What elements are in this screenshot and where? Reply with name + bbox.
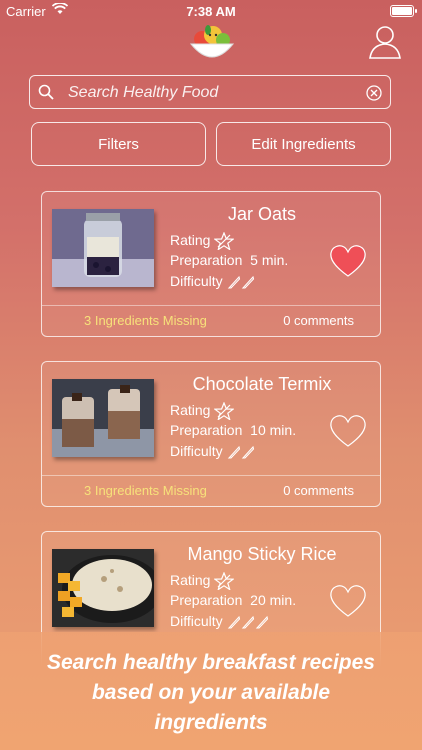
recipe-title: Jar Oats: [227, 204, 297, 224]
comments-count[interactable]: 0 comments: [283, 313, 354, 328]
knife-icon: [241, 446, 254, 459]
star-icon[interactable]: [213, 401, 236, 422]
preparation-label: Preparation: [170, 252, 243, 268]
difficulty-label: Difficulty: [170, 443, 223, 459]
recipe-photo: [52, 209, 154, 287]
rating-row: Rating: [170, 231, 236, 252]
user-icon[interactable]: [368, 24, 402, 60]
caption-line: ingredients: [154, 711, 268, 734]
preparation-time: 5 min.: [250, 252, 289, 268]
filters-button[interactable]: Filters: [31, 122, 206, 166]
recipe-card[interactable]: Chocolate Termix Rating Preparation 10 m…: [41, 361, 381, 507]
difficulty-label: Difficulty: [170, 273, 223, 289]
status-time: 7:38 AM: [186, 4, 236, 19]
knife-icon: [241, 616, 254, 629]
difficulty-label: Difficulty: [170, 613, 223, 629]
missing-ingredients[interactable]: 3 Ingredients Missing: [84, 483, 207, 498]
status-bar: Carrier 7:38 AM: [0, 0, 422, 22]
recipe-title: Mango Sticky Rice: [187, 544, 337, 564]
preparation-time: 10 min.: [250, 422, 297, 438]
knife-icon: [255, 616, 268, 629]
rating-row: Rating: [170, 571, 236, 592]
star-icon[interactable]: [213, 571, 236, 592]
caption-line: based on your available: [91, 681, 331, 704]
heart-icon[interactable]: [329, 244, 367, 278]
preparation-row: Preparation 5 min.: [170, 252, 288, 268]
recipe-card[interactable]: Jar Oats Rating Preparation 5 min. Diffi…: [41, 191, 381, 337]
clear-icon[interactable]: [366, 85, 382, 101]
heart-icon[interactable]: [329, 584, 367, 618]
search-placeholder: Search Healthy Food: [68, 84, 219, 101]
knife-icon: [227, 446, 240, 459]
preparation-label: Preparation: [170, 422, 243, 438]
recipe-photo: [52, 379, 154, 457]
search-icon: [38, 84, 54, 100]
edit-ingredients-button[interactable]: Edit Ingredients: [216, 122, 391, 166]
difficulty-row: Difficulty: [170, 273, 255, 289]
rating-row: Rating: [170, 401, 236, 422]
recipe-title: Chocolate Termix: [192, 374, 332, 394]
knife-icon: [227, 276, 240, 289]
knife-icon: [227, 616, 240, 629]
preparation-row: Preparation 20 min.: [170, 592, 296, 608]
star-icon[interactable]: [213, 231, 236, 252]
fruit-bowl-icon: [189, 25, 235, 58]
heart-icon[interactable]: [329, 414, 367, 448]
preparation-label: Preparation: [170, 592, 243, 608]
rating-label: Rating: [170, 232, 211, 248]
divider: [42, 305, 380, 306]
difficulty-row: Difficulty: [170, 443, 255, 459]
comments-count[interactable]: 0 comments: [283, 483, 354, 498]
promo-caption: Search healthy breakfast recipes based o…: [0, 648, 422, 738]
divider: [42, 475, 380, 476]
rating-label: Rating: [170, 572, 211, 588]
preparation-row: Preparation 10 min.: [170, 422, 296, 438]
difficulty-row: Difficulty: [170, 613, 269, 629]
caption-line: Search healthy breakfast recipes: [46, 651, 375, 674]
missing-ingredients[interactable]: 3 Ingredients Missing: [84, 313, 207, 328]
rating-label: Rating: [170, 402, 211, 418]
battery-icon: [390, 5, 417, 17]
preparation-time: 20 min.: [250, 592, 297, 608]
search-input[interactable]: Search Healthy Food: [29, 75, 391, 109]
recipe-photo: [52, 549, 154, 627]
knife-icon: [241, 276, 254, 289]
